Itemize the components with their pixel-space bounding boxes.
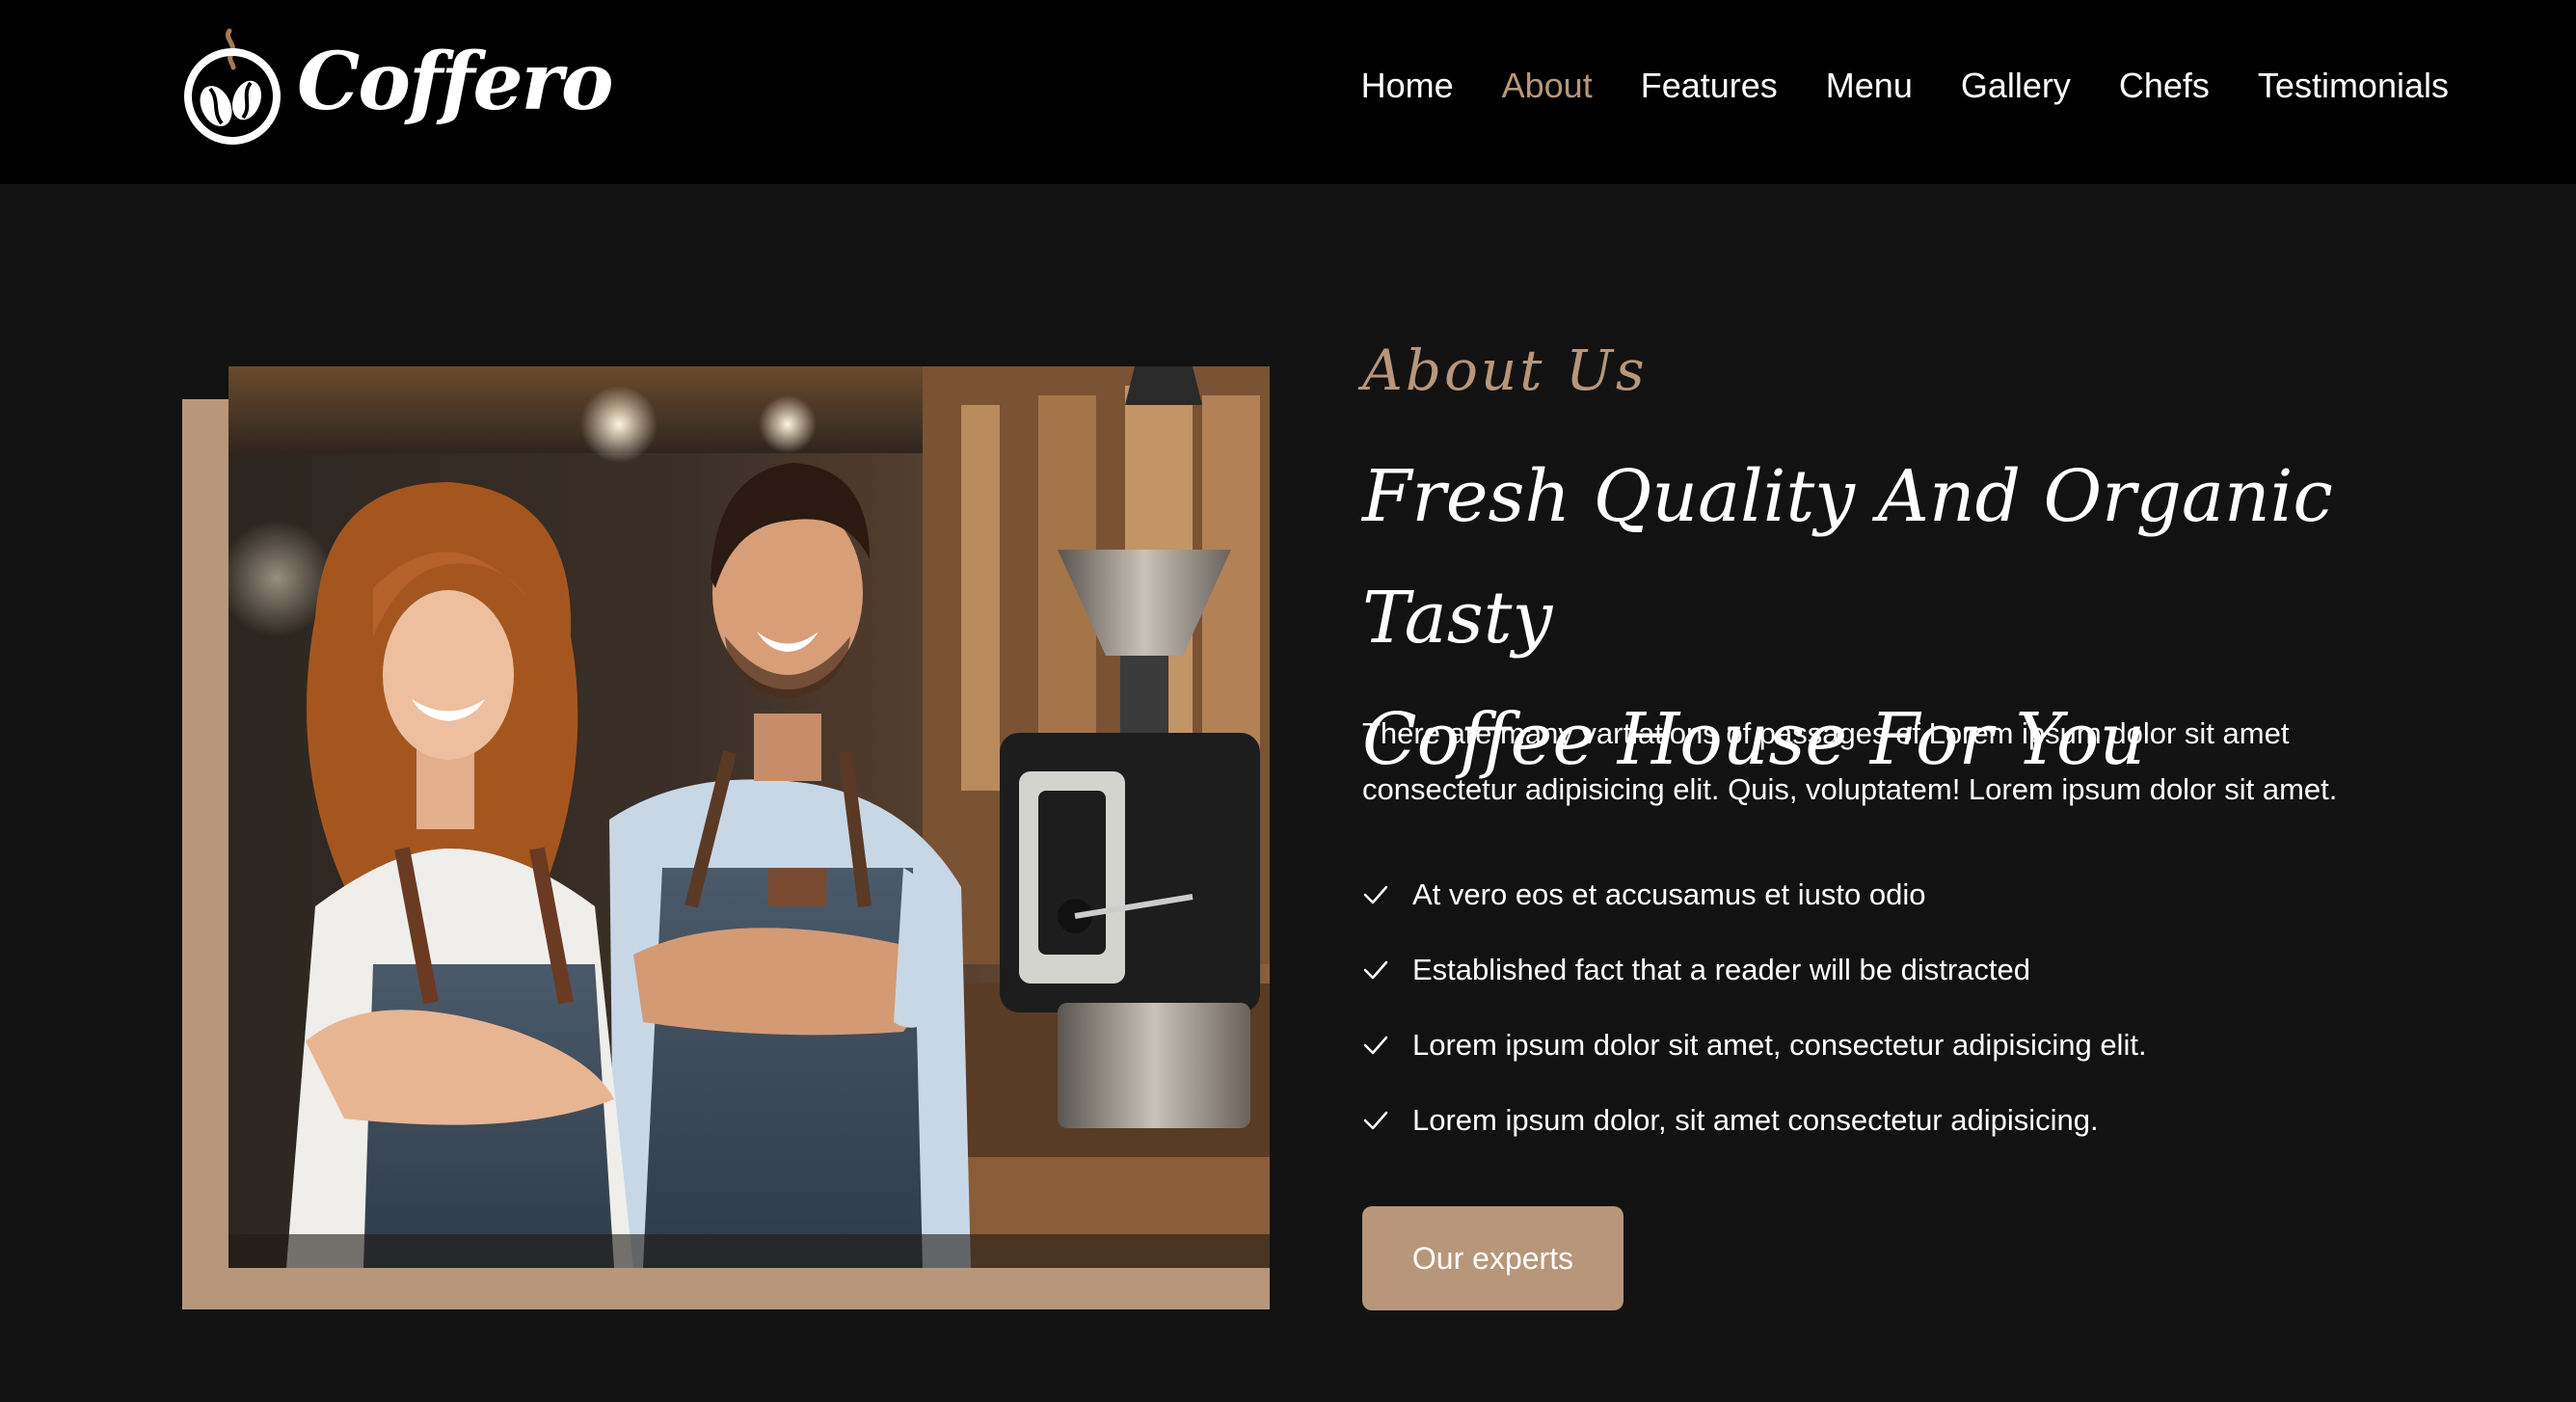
list-item: Lorem ipsum dolor sit amet, consectetur … [1362, 1008, 2147, 1083]
section-description: There are many vartiations of passages o… [1362, 716, 2338, 806]
list-item-text: Established fact that a reader will be d… [1412, 953, 2031, 986]
list-item: Established fact that a reader will be d… [1362, 932, 2147, 1008]
list-item-text: Lorem ipsum dolor sit amet, consectetur … [1412, 1028, 2147, 1062]
list-item: Lorem ipsum dolor, sit amet consectetur … [1362, 1083, 2147, 1158]
check-icon [1363, 1036, 1388, 1055]
nav-item-menu[interactable]: Menu [1826, 62, 1913, 110]
list-item-text: Lorem ipsum dolor, sit amet consectetur … [1412, 1103, 2099, 1137]
coffee-beans-icon [184, 28, 281, 145]
main-nav: Home About Features Menu Gallery Chefs T… [1361, 62, 2449, 110]
site-header: Coffero Home About Features Menu Gallery… [0, 0, 2576, 184]
nav-item-gallery[interactable]: Gallery [1961, 62, 2071, 110]
nav-item-features[interactable]: Features [1641, 62, 1778, 110]
nav-item-home[interactable]: Home [1361, 62, 1454, 110]
check-icon [1363, 1111, 1388, 1130]
section-eyebrow: About Us [1362, 337, 1648, 403]
nav-item-about[interactable]: About [1502, 62, 1593, 110]
list-item-text: At vero eos et accusamus et iusto odio [1412, 877, 1926, 911]
check-icon [1363, 885, 1388, 904]
brand-name: Coffero [297, 36, 614, 128]
our-experts-button[interactable]: Our experts [1362, 1206, 1623, 1310]
nav-item-chefs[interactable]: Chefs [2119, 62, 2210, 110]
list-item: At vero eos et accusamus et iusto odio [1362, 857, 2147, 932]
two-baristas-photo [228, 366, 1270, 1268]
brand-logo[interactable]: Coffero [181, 23, 614, 145]
check-icon [1363, 960, 1388, 980]
headline-line-1: Fresh Quality And Organic Tasty [1362, 455, 2333, 660]
feature-checklist: At vero eos et accusamus et iusto odio E… [1362, 857, 2147, 1158]
nav-item-testimonials[interactable]: Testimonials [2258, 62, 2449, 110]
